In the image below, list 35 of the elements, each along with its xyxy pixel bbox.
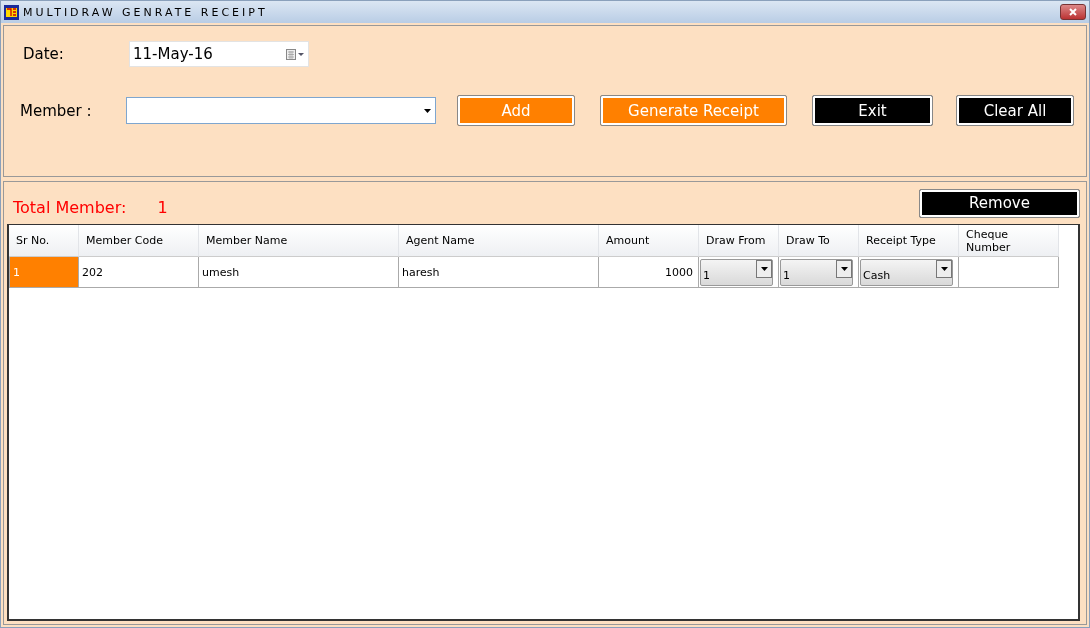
window-title: MULTIDRAW GENRATE RECEIPT — [23, 5, 269, 19]
table-cell: haresh — [399, 257, 599, 288]
total-member-label: Total Member: — [13, 197, 127, 217]
column-header[interactable]: Agent Name — [399, 225, 599, 257]
column-header[interactable]: Sr No. — [9, 225, 79, 257]
table-cell: umesh — [199, 257, 399, 288]
dropdown-caret-icon — [760, 266, 768, 271]
dropdown-caret-icon — [840, 266, 848, 271]
dropdown-caret-icon — [940, 266, 948, 271]
column-header[interactable]: Cheque Number — [959, 225, 1059, 257]
column-header[interactable]: Member Code — [79, 225, 199, 257]
column-header[interactable]: Amount — [599, 225, 699, 257]
table-cell: 202 — [79, 257, 199, 288]
calendar-icon — [286, 48, 304, 60]
close-button[interactable] — [1060, 4, 1086, 20]
dropdown-caret-icon — [424, 108, 431, 113]
column-header[interactable]: Draw To — [779, 225, 859, 257]
cell-dropdown[interactable]: 1 — [700, 258, 773, 286]
column-header[interactable]: Receipt Type — [859, 225, 959, 257]
cell-dropdown[interactable]: Cash — [860, 258, 953, 286]
member-label: Member : — [20, 101, 93, 120]
column-header[interactable]: Member Name — [199, 225, 399, 257]
table-cell: 1000 — [599, 257, 699, 288]
action-button[interactable]: Exit — [812, 95, 933, 126]
app-icon — [4, 4, 19, 20]
member-dropdown[interactable] — [126, 97, 436, 124]
column-header[interactable]: Draw From — [699, 225, 779, 257]
close-icon — [1069, 8, 1077, 16]
remove-button[interactable]: Remove — [919, 188, 1080, 218]
table-cell: 1 — [9, 257, 79, 288]
total-member-count: 1 — [157, 197, 168, 217]
action-button[interactable]: Clear All — [956, 95, 1074, 126]
cell-dropdown[interactable]: 1 — [780, 258, 853, 286]
date-label: Date: — [23, 45, 65, 63]
date-picker[interactable]: 11-May-16 — [129, 41, 309, 67]
